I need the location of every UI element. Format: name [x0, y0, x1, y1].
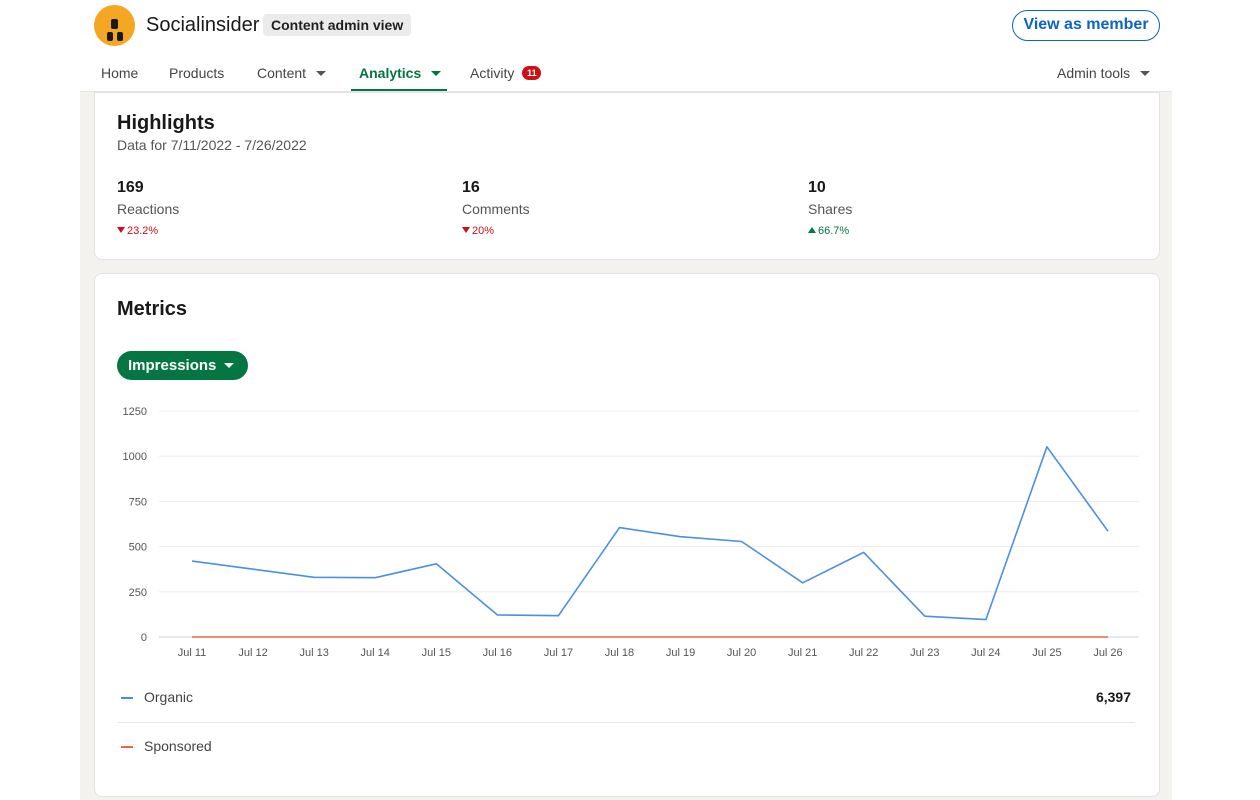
notification-count-badge: 11: [522, 66, 542, 81]
legend-item-organic[interactable]: Organic 6,397: [117, 686, 1135, 710]
arrow-down-icon: [462, 227, 470, 234]
y-tick-label: 250: [129, 587, 147, 599]
legend-total: 6,397: [1095, 689, 1131, 705]
x-tick-label: Jul 14: [361, 647, 390, 659]
nav-tab-label: Products: [169, 65, 225, 81]
x-tick-label: Jul 13: [299, 647, 328, 659]
nav-tab-label: Analytics: [359, 65, 422, 81]
y-tick-label: 750: [129, 496, 147, 508]
stat-change-value: 23.2%: [127, 225, 159, 237]
nav-tab-label: Admin tools: [1057, 65, 1131, 81]
y-tick-label: 1000: [123, 451, 147, 463]
nav-tab-label: Content: [257, 65, 307, 81]
stat-label: Reactions: [117, 201, 180, 217]
x-tick-label: Jul 24: [971, 647, 1000, 659]
x-tick-label: Jul 19: [666, 647, 695, 659]
highlights-card: Highlights Data for 7/11/2022 - 7/26/202…: [94, 92, 1160, 260]
metrics-card: Metrics Impressions 0 250 500 750 1000 1250 Ju…: [94, 273, 1160, 797]
chevron-down-icon: [316, 70, 327, 76]
nav-tab-products[interactable]: Products: [169, 56, 224, 92]
legend-divider: [117, 722, 1135, 723]
nav-tab-label: Home: [101, 65, 139, 81]
content-admin-badge: Content admin view: [263, 14, 412, 36]
stat-value: 169: [117, 179, 144, 196]
stat-comments: 16 Comments 20%: [462, 179, 530, 237]
legend-label: Sponsored: [144, 738, 212, 754]
nav-tab-admin-tools[interactable]: Admin tools: [1057, 56, 1151, 92]
highlights-title: Highlights: [117, 112, 215, 134]
stat-change: 66.7%: [808, 225, 852, 237]
stat-change-value: 20%: [472, 225, 495, 237]
x-tick-label: Jul 18: [605, 647, 634, 659]
stat-reactions: 169 Reactions 23.2%: [117, 179, 179, 237]
legend-label: Organic: [144, 689, 194, 705]
x-tick-label: Jul 26: [1093, 647, 1122, 659]
nav-tab-analytics[interactable]: Analytics: [359, 56, 442, 92]
arrow-up-icon: [808, 227, 816, 234]
chevron-down-icon: [431, 70, 442, 76]
x-tick-label: Jul 12: [238, 647, 267, 659]
series-line-organic: [191, 446, 1109, 621]
y-tick-label: 0: [141, 632, 147, 644]
company-name[interactable]: Socialinsider: [146, 14, 259, 37]
highlights-date-range: Data for 7/11/2022 - 7/26/2022: [117, 137, 307, 153]
x-tick-label: Jul 22: [849, 647, 878, 659]
impressions-line-chart: 0 250 500 750 1000 1250 Jul 11 Jul 12 Jul 13 Jul …: [123, 406, 1139, 659]
stat-label: Comments: [462, 201, 530, 217]
stat-label: Shares: [808, 201, 853, 217]
nav-tab-activity[interactable]: Activity 11: [470, 56, 542, 92]
arrow-down-icon: [117, 227, 125, 234]
legend-swatch: [121, 746, 133, 748]
nav-tab-home[interactable]: Home: [101, 56, 138, 92]
stat-change: 20%: [462, 225, 530, 237]
stat-value: 10: [808, 179, 826, 196]
x-tick-label: Jul 21: [788, 647, 817, 659]
x-tick-label: Jul 17: [544, 647, 573, 659]
nav-tab-label: Activity: [470, 65, 515, 81]
x-tick-label: Jul 25: [1032, 647, 1061, 659]
view-as-member-button[interactable]: View as member: [1012, 10, 1160, 41]
stat-value: 16: [462, 179, 480, 196]
x-tick-label: Jul 11: [178, 647, 207, 659]
legend-item-sponsored[interactable]: Sponsored: [117, 735, 1135, 759]
top-header: Socialinsider Content admin view View as…: [0, 0, 1260, 92]
x-tick-label: Jul 20: [727, 647, 756, 659]
legend-swatch: [121, 697, 133, 699]
x-tick-label: Jul 23: [910, 647, 939, 659]
x-tick-label: Jul 15: [422, 647, 451, 659]
y-tick-label: 1250: [123, 406, 147, 418]
stat-change-value: 66.7%: [818, 225, 850, 237]
x-tick-label: Jul 16: [483, 647, 512, 659]
socialinsider-logo-icon[interactable]: [94, 5, 135, 46]
stat-change: 23.2%: [117, 225, 179, 237]
chevron-down-icon: [1140, 70, 1151, 76]
stat-shares: 10 Shares 66.7%: [808, 179, 852, 237]
nav-tab-content[interactable]: Content: [257, 56, 327, 92]
page-nav: Home Products Content Analytics Activity…: [0, 56, 1260, 92]
y-tick-label: 500: [129, 542, 147, 554]
